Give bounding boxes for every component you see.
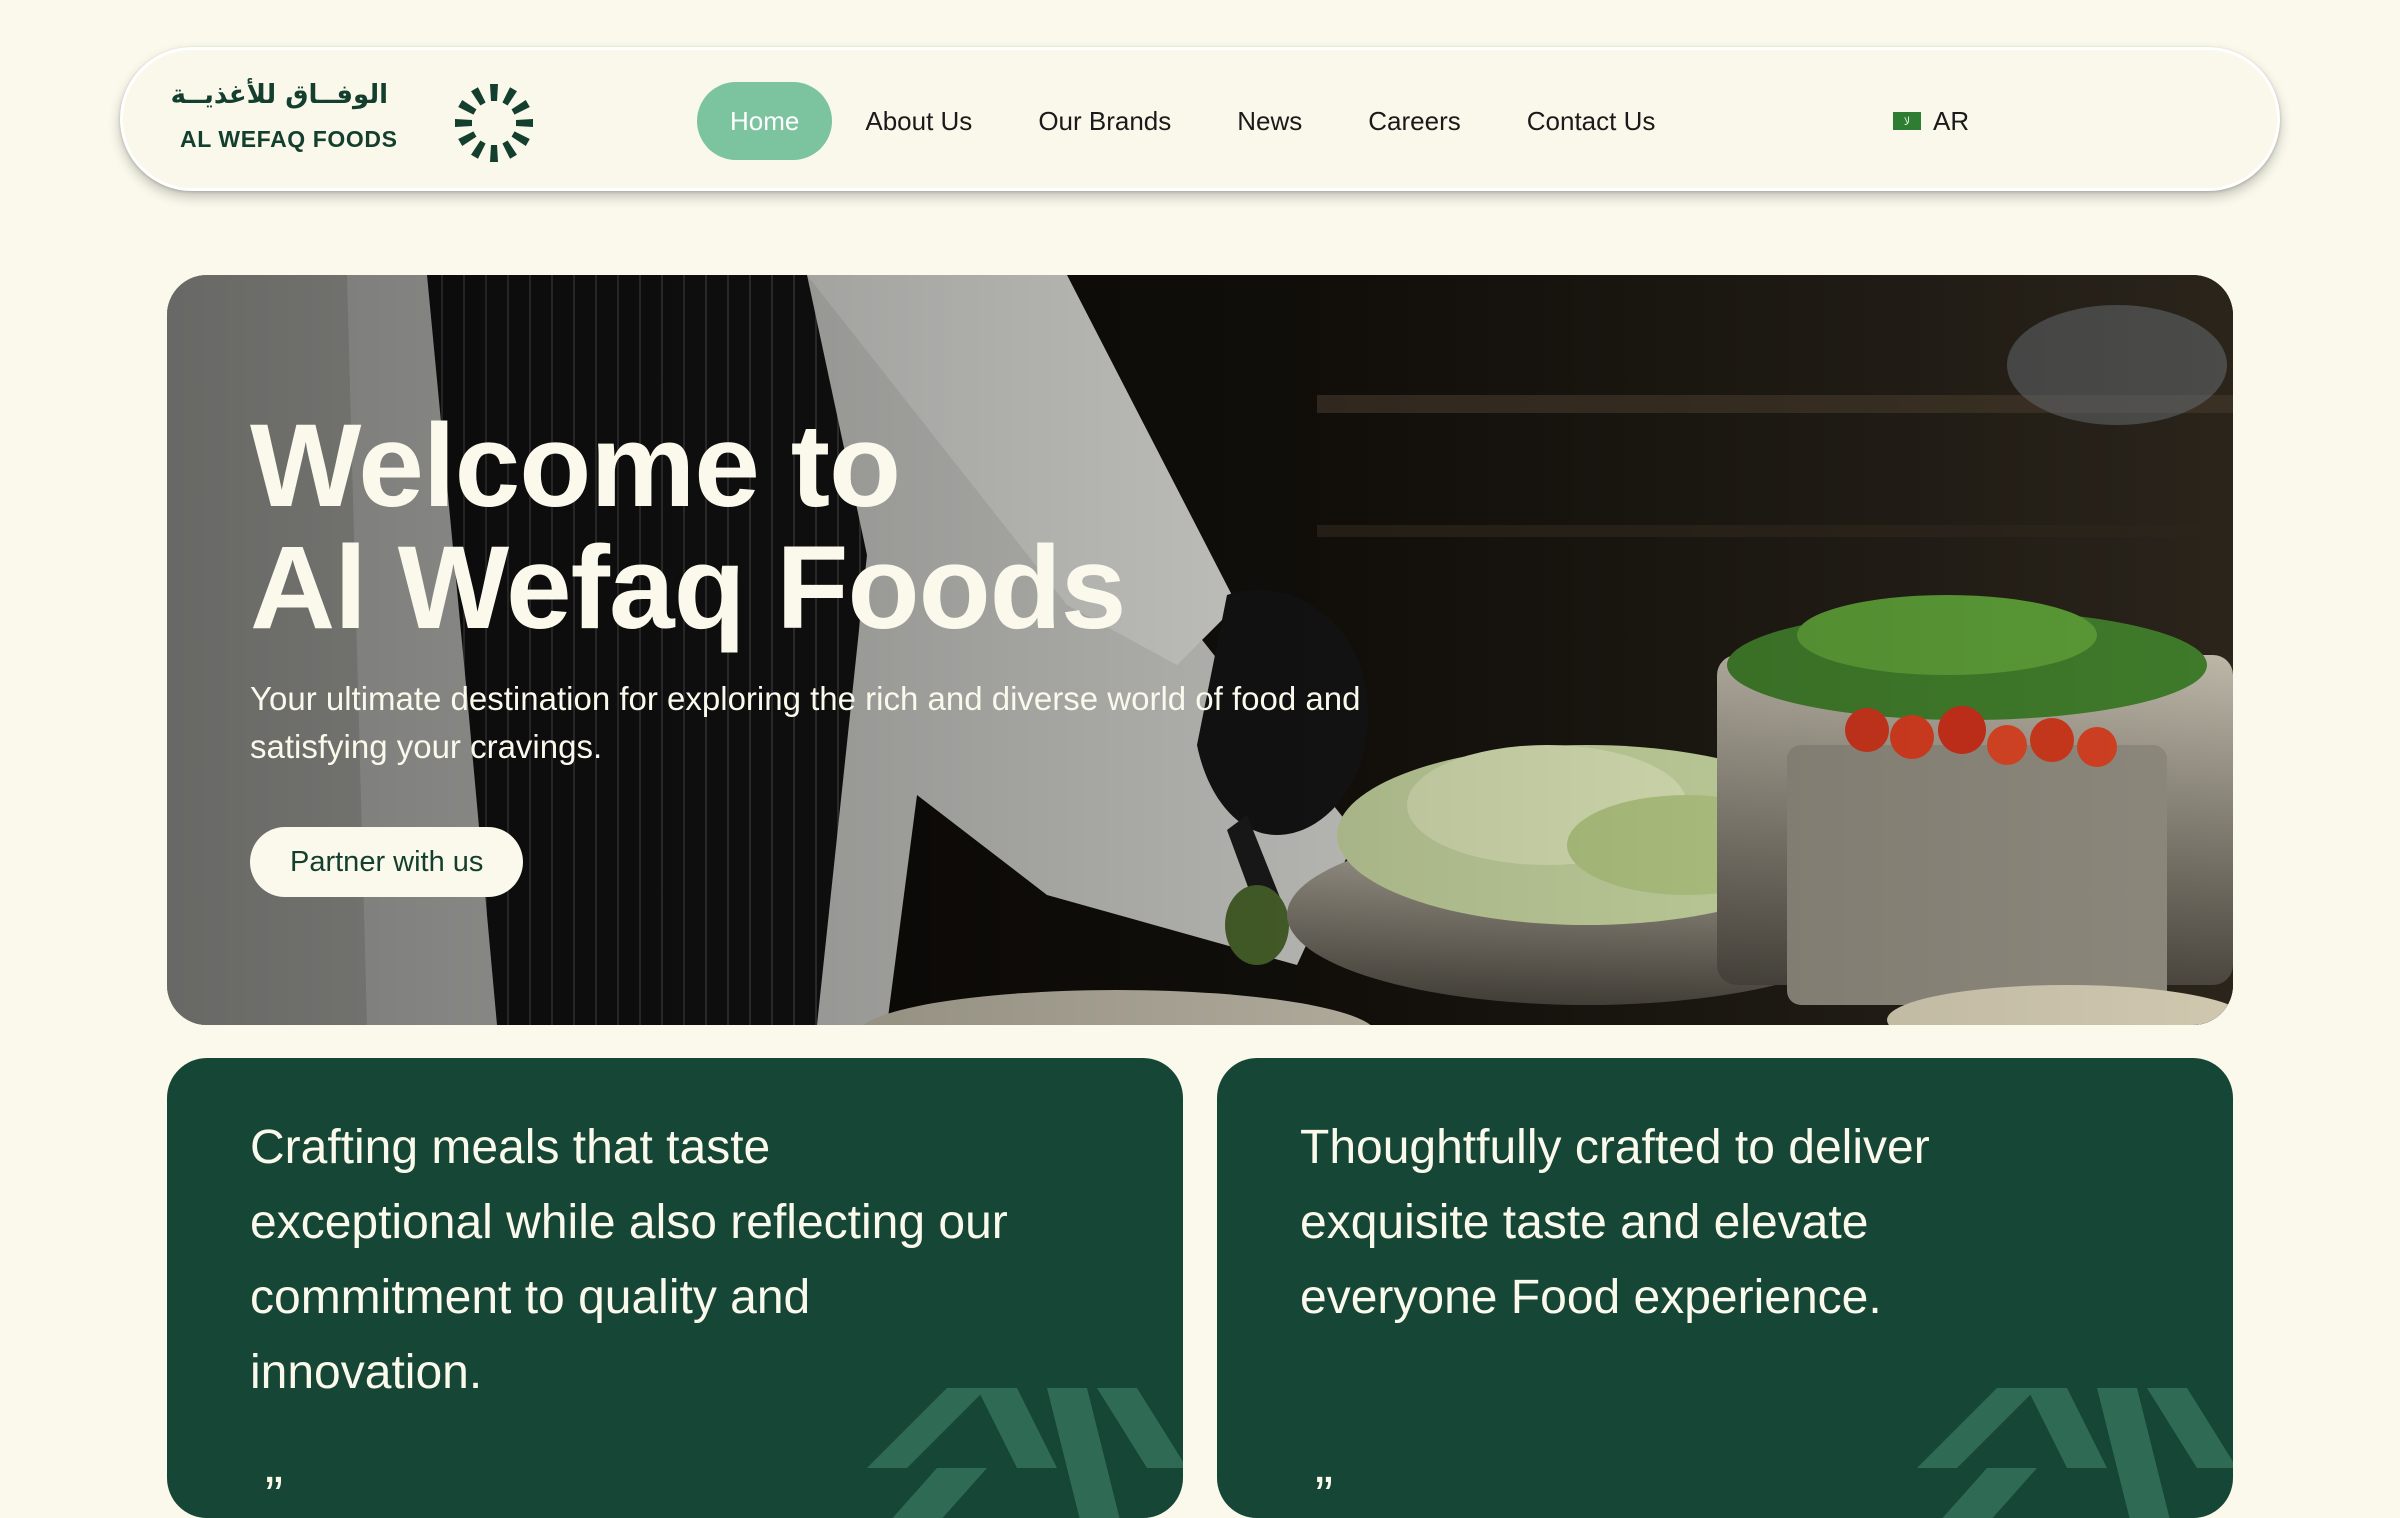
card-text: Thoughtfully crafted to deliver exquisit… <box>1300 1121 1930 1324</box>
hero-title-line-1: Welcome to <box>250 400 901 532</box>
partner-with-us-button[interactable]: Partner with us <box>250 827 524 897</box>
saudi-flag-icon: ﻻ <box>1893 112 1921 130</box>
nav-home[interactable]: Home <box>697 82 833 160</box>
value-card-right: Thoughtfully crafted to deliver exquisit… <box>1217 1058 2233 1518</box>
brand-chevron-watermark-icon <box>867 1388 1183 1518</box>
nav-careers[interactable]: Careers <box>1335 82 1493 160</box>
quote-mark-icon: ” <box>1315 1466 1333 1518</box>
brand-name-english: AL WEFAQ FOODS <box>180 126 398 152</box>
nav-our-brands[interactable]: Our Brands <box>1005 82 1204 160</box>
language-label: AR <box>1933 105 1970 136</box>
nav-news[interactable]: News <box>1204 82 1335 160</box>
language-switcher[interactable]: ﻻ AR <box>1893 82 1969 160</box>
site-header: الوفــاق للأغذيــة AL WEFAQ FOODS Home A… <box>120 47 2280 191</box>
main-nav: Home About Us Our Brands News Careers Co… <box>697 82 1688 160</box>
hero-subtitle: Your ultimate destination for exploring … <box>250 680 1361 765</box>
brand-chevron-watermark-icon <box>1917 1388 2233 1518</box>
nav-about-us[interactable]: About Us <box>832 82 1005 160</box>
brand-logo[interactable]: الوفــاق للأغذيــة AL WEFAQ FOODS <box>170 80 533 164</box>
hero-title: Welcome to Al Wefaq Foods <box>250 405 1126 649</box>
hero-banner: Welcome to Al Wefaq Foods Your ultimate … <box>167 275 2233 1025</box>
hero-title-line-2: Al Wefaq Foods <box>250 522 1126 654</box>
nav-contact-us[interactable]: Contact Us <box>1494 82 1689 160</box>
brand-starburst-icon <box>455 84 533 162</box>
brand-name-arabic: الوفــاق للأغذيــة <box>170 80 388 110</box>
value-card-left: Crafting meals that taste exceptional wh… <box>167 1058 1183 1518</box>
quote-mark-icon: ” <box>265 1466 283 1518</box>
